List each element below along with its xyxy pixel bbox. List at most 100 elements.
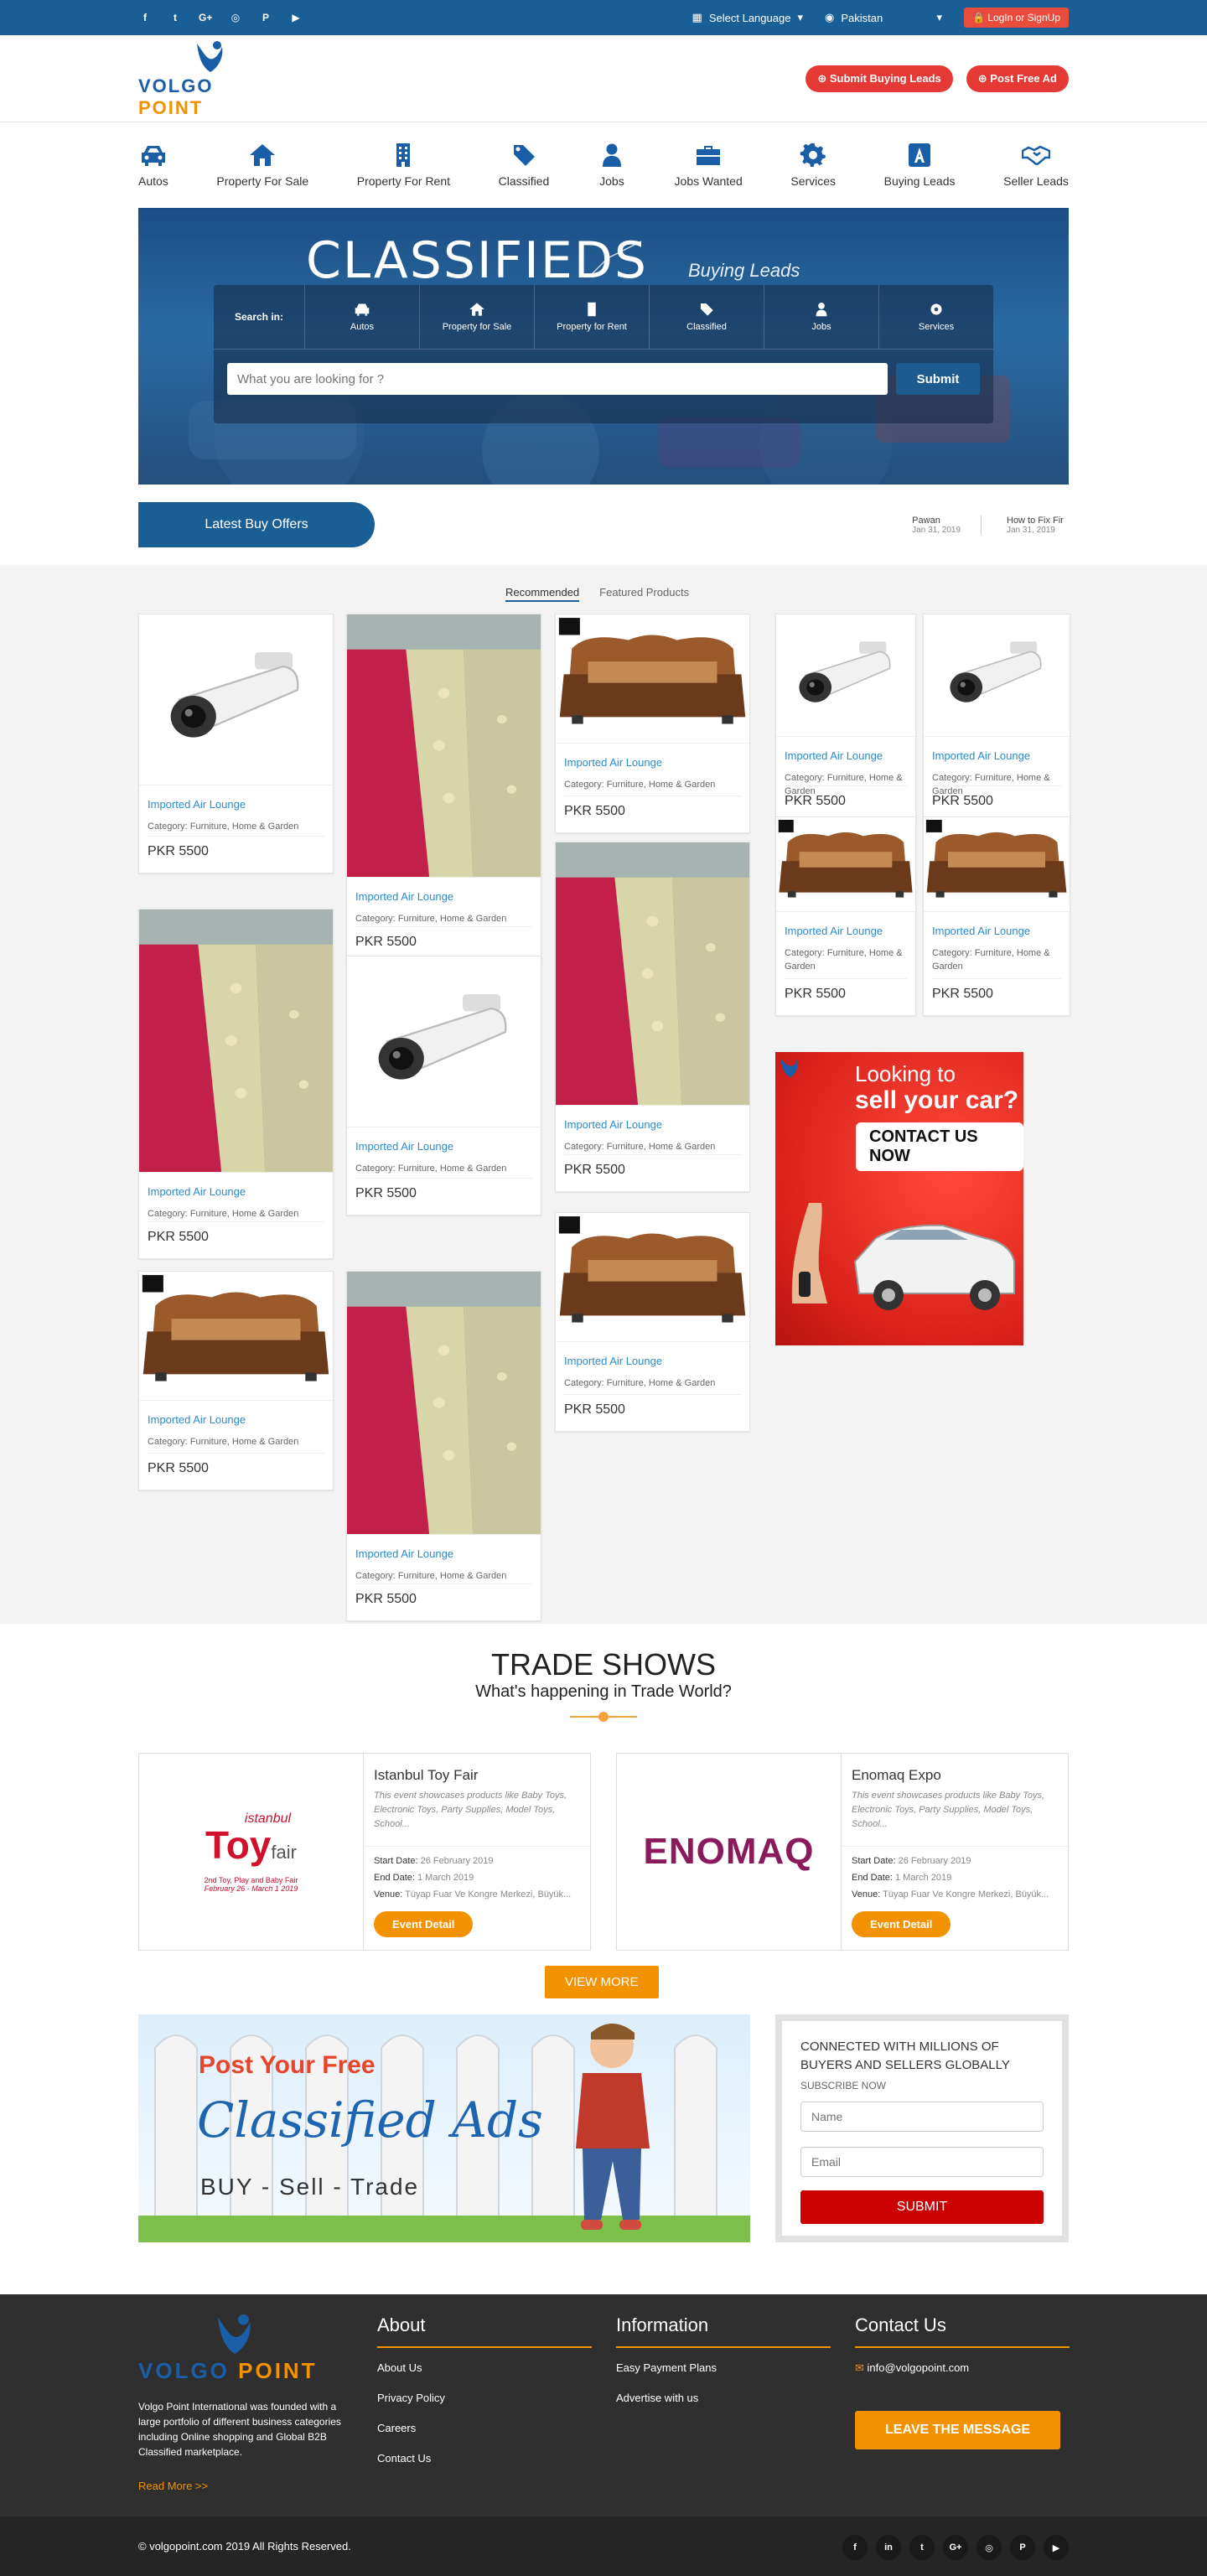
product-image[interactable] [347, 1272, 541, 1534]
search-tab-property-for-sale[interactable]: Property for Sale [419, 285, 534, 349]
product-card[interactable]: Imported Air Lounge Category: Furniture, … [346, 1271, 541, 1621]
submit-buying-leads-button[interactable]: ⊕ Submit Buying Leads [806, 65, 953, 92]
read-more-link[interactable]: Read More >> [138, 2480, 356, 2492]
product-image[interactable] [139, 614, 333, 785]
language-select[interactable]: ▦ Select Language ▾ [692, 11, 803, 24]
product-title[interactable]: Imported Air Lounge [355, 1547, 453, 1560]
event-detail-button[interactable]: Event Detail [374, 1911, 474, 1937]
linkedin-icon[interactable]: in [876, 2535, 901, 2560]
product-card[interactable]: Imported Air Lounge Category: Furniture, … [923, 816, 1070, 1016]
footer-link-about-us[interactable]: About Us [377, 2361, 592, 2374]
contact-us-now-button[interactable]: CONTACT US NOW [856, 1122, 1023, 1171]
product-image[interactable] [556, 614, 749, 743]
ticker-item[interactable]: How to Fix Fir Jan 31, 2019 [1007, 516, 1069, 535]
product-title[interactable]: Imported Air Lounge [564, 1118, 662, 1131]
product-title[interactable]: Imported Air Lounge [932, 749, 1030, 762]
subscribe-submit-button[interactable]: SUBMIT [800, 2190, 1044, 2224]
product-title[interactable]: Imported Air Lounge [785, 925, 883, 937]
pinterest-icon[interactable]: P [1010, 2535, 1035, 2560]
search-tab-services[interactable]: Services [878, 285, 993, 349]
country-select[interactable]: ◉ Pakistan ▾ [825, 11, 942, 24]
product-card[interactable]: Imported Air Lounge Category: Furniture, … [346, 956, 541, 1215]
pinterest-icon[interactable]: P [259, 12, 272, 23]
search-tab-classified[interactable]: Classified [649, 285, 764, 349]
event-detail-button[interactable]: Event Detail [852, 1911, 951, 1937]
product-card[interactable]: Imported Air Lounge Category: Furniture, … [923, 614, 1070, 823]
product-card[interactable]: Imported Air Lounge Category: Furniture, … [138, 909, 334, 1259]
product-title[interactable]: Imported Air Lounge [564, 756, 662, 769]
search-input[interactable] [227, 363, 888, 395]
product-card[interactable]: Imported Air Lounge Category: Furniture, … [555, 614, 750, 833]
product-card[interactable]: Imported Air Lounge Category: Furniture, … [138, 1271, 334, 1490]
nav-classified[interactable]: Classified [499, 143, 549, 188]
product-card[interactable]: Imported Air Lounge Category: Furniture, … [775, 614, 916, 823]
tab-featured-products[interactable]: Featured Products [599, 586, 689, 602]
product-image[interactable] [776, 817, 915, 911]
product-image[interactable] [924, 614, 1070, 736]
nav-seller-leads[interactable]: Seller Leads [1003, 143, 1069, 188]
facebook-icon[interactable]: f [842, 2535, 868, 2560]
product-title[interactable]: Imported Air Lounge [932, 925, 1030, 937]
footer-email[interactable]: ✉ info@volgopoint.com [855, 2361, 1070, 2375]
product-card[interactable]: Imported Air Lounge Category: Furniture, … [555, 842, 750, 1192]
nav-jobs[interactable]: Jobs [598, 143, 626, 188]
event-title[interactable]: Istanbul Toy Fair [374, 1767, 478, 1784]
facebook-icon[interactable]: f [138, 12, 152, 23]
search-tab-jobs[interactable]: Jobs [764, 285, 878, 349]
footer-link-privacy-policy[interactable]: Privacy Policy [377, 2392, 592, 2404]
footer-link-advertise[interactable]: Advertise with us [616, 2392, 831, 2404]
footer-link-contact-us[interactable]: Contact Us [377, 2452, 592, 2465]
product-image[interactable] [776, 614, 915, 736]
product-title[interactable]: Imported Air Lounge [564, 1355, 662, 1367]
site-logo[interactable]: VOLGO POINT [138, 39, 281, 119]
nav-services[interactable]: Services [790, 143, 836, 188]
search-tab-property-for-rent[interactable]: Property for Rent [534, 285, 649, 349]
post-free-classified-banner[interactable]: Post Your Free Classified Ads BUY - Sell… [138, 2014, 750, 2242]
nav-property-for-rent[interactable]: Property For Rent [357, 143, 450, 188]
product-title[interactable]: Imported Air Lounge [148, 1413, 246, 1426]
login-button[interactable]: 🔒 LogIn or SignUp [963, 8, 1069, 28]
product-image[interactable] [139, 910, 333, 1172]
youtube-icon[interactable]: ▶ [289, 12, 303, 23]
search-submit-button[interactable]: Submit [896, 363, 980, 395]
tab-recommended[interactable]: Recommended [505, 586, 580, 602]
product-image[interactable] [924, 817, 1070, 911]
nav-buying-leads[interactable]: Buying Leads [884, 143, 956, 188]
footer-link-easy-payment[interactable]: Easy Payment Plans [616, 2361, 831, 2374]
product-title[interactable]: Imported Air Lounge [148, 1185, 246, 1198]
footer-logo[interactable]: VOLGO POINT [138, 2311, 339, 2384]
name-field[interactable] [800, 2102, 1044, 2132]
search-tab-autos[interactable]: Autos [304, 285, 419, 349]
leave-message-button[interactable]: LEAVE THE MESSAGE [855, 2411, 1061, 2449]
product-title[interactable]: Imported Air Lounge [785, 749, 883, 762]
footer-link-careers[interactable]: Careers [377, 2422, 592, 2434]
product-card[interactable]: Imported Air Lounge Category: Furniture, … [346, 614, 541, 964]
event-title[interactable]: Enomaq Expo [852, 1767, 941, 1784]
google-plus-icon[interactable]: G+ [199, 12, 212, 23]
nav-jobs-wanted[interactable]: Jobs Wanted [675, 143, 743, 188]
product-image[interactable] [347, 614, 541, 877]
product-card[interactable]: Imported Air Lounge Category: Furniture, … [775, 816, 916, 1016]
nav-property-for-sale[interactable]: Property For Sale [216, 143, 308, 188]
youtube-icon[interactable]: ▶ [1044, 2535, 1069, 2560]
product-title[interactable]: Imported Air Lounge [355, 890, 453, 903]
ticker-item[interactable]: Pawan Jan 31, 2019 [912, 515, 982, 535]
product-title[interactable]: Imported Air Lounge [148, 798, 246, 811]
product-card[interactable]: Imported Air Lounge Category: Furniture, … [138, 614, 334, 873]
twitter-icon[interactable]: t [909, 2535, 935, 2560]
view-more-button[interactable]: VIEW MORE [545, 1966, 659, 1998]
product-image[interactable] [347, 956, 541, 1127]
nav-autos[interactable]: Autos [138, 143, 168, 188]
product-image[interactable] [556, 1213, 749, 1341]
product-image[interactable] [556, 842, 749, 1105]
google-plus-icon[interactable]: G+ [943, 2535, 968, 2560]
instagram-icon[interactable]: ◎ [229, 12, 242, 23]
sell-your-car-ad[interactable]: Looking to sell your car? CONTACT US NOW [775, 1052, 1023, 1345]
post-free-ad-button[interactable]: ⊕ Post Free Ad [966, 65, 1069, 92]
product-card[interactable]: Imported Air Lounge Category: Furniture, … [555, 1212, 750, 1432]
email-field[interactable] [800, 2147, 1044, 2177]
twitter-icon[interactable]: t [168, 12, 182, 23]
product-title[interactable]: Imported Air Lounge [355, 1140, 453, 1153]
product-image[interactable] [139, 1272, 333, 1400]
instagram-icon[interactable]: ◎ [976, 2535, 1002, 2560]
